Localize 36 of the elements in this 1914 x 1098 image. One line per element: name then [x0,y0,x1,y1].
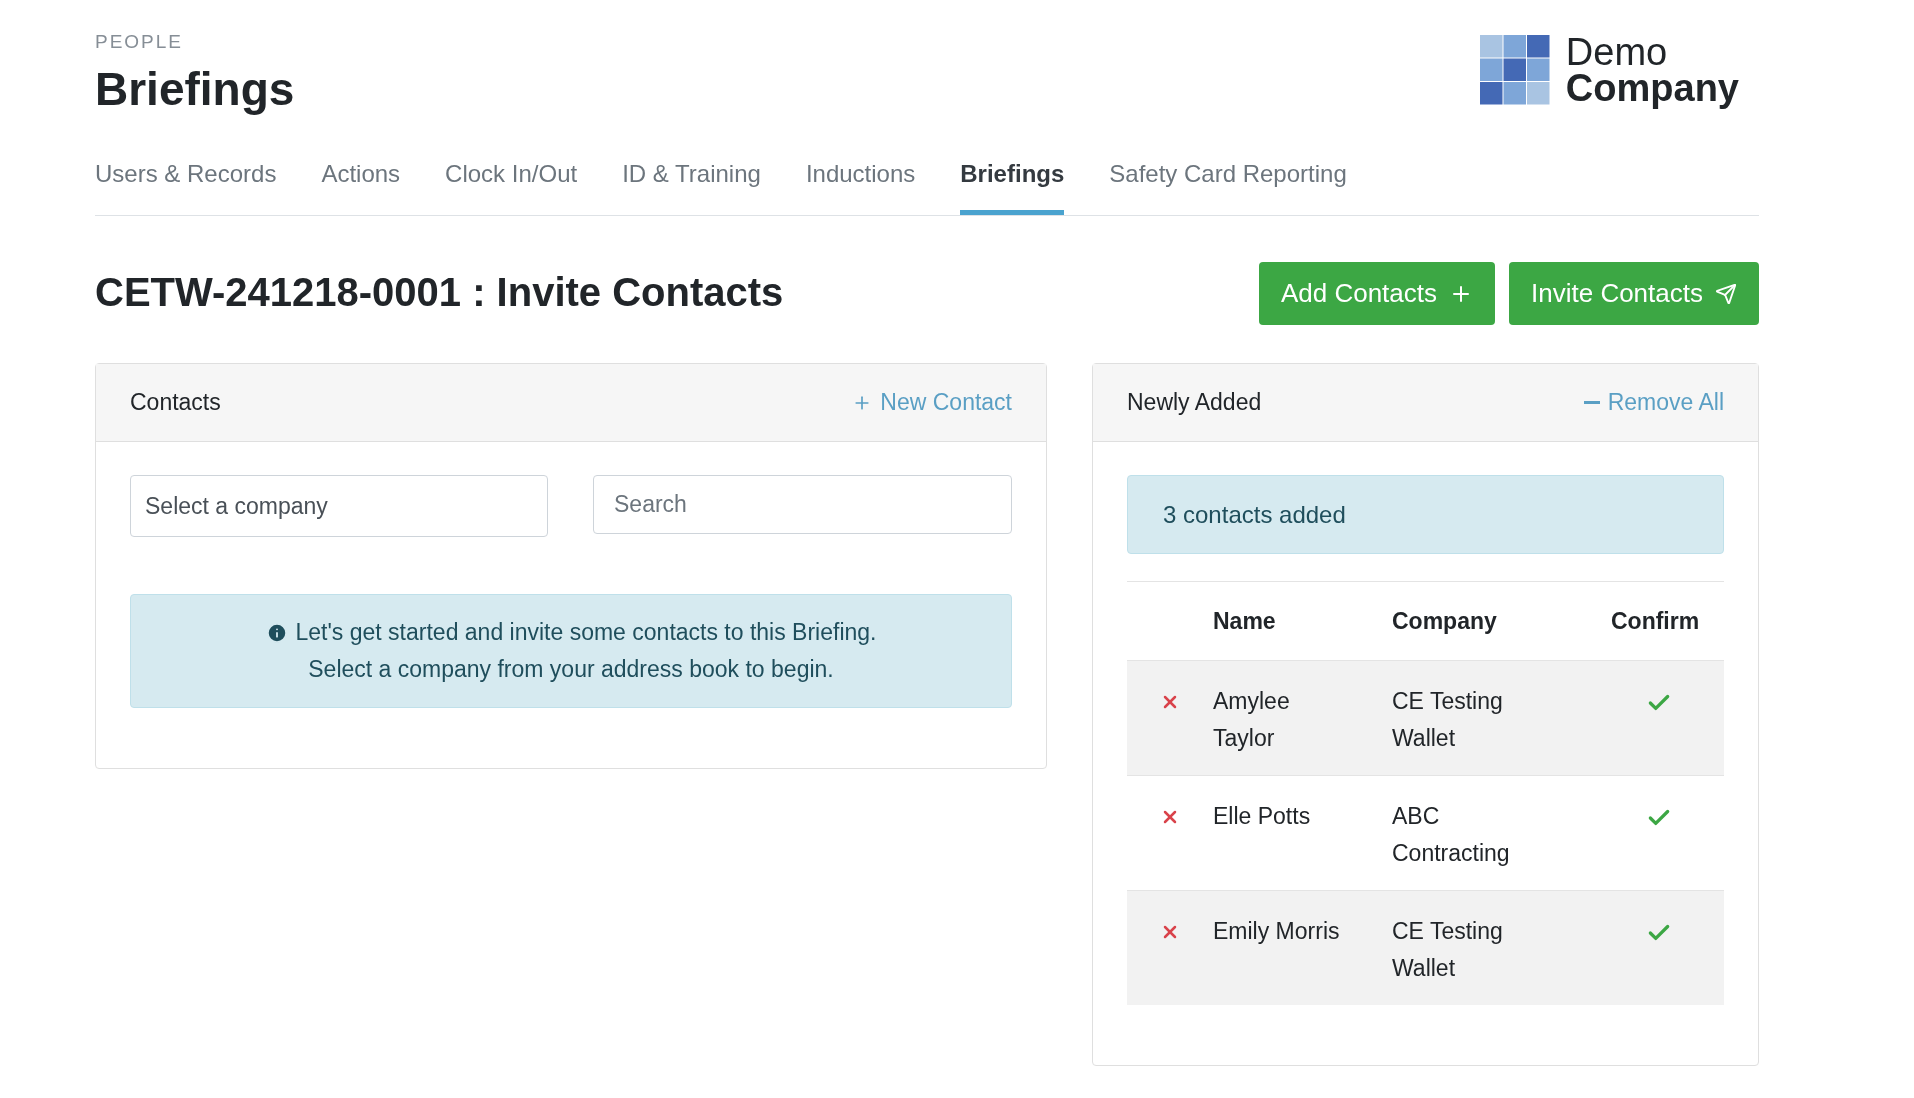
info-text: Let's get started and invite some contacts to this Briefing. [295,618,877,647]
nav-tab[interactable]: Users & Records [95,156,277,215]
logo-text: Demo [1565,34,1669,71]
table-cell-text: CE Testing Wallet [1392,917,1504,983]
nav-tab[interactable]: Clock In/Out [445,156,578,215]
page-heading: Briefings [95,61,295,117]
table-cell-text: ABC Contracting [1392,802,1511,868]
table-cell-text: Elle Potts [1213,802,1312,831]
column-header: Confirm [1611,606,1700,636]
add-button[interactable]: Add Contacts [1258,262,1495,325]
info-icon [265,621,288,644]
card-title: Newly Added [1127,388,1262,418]
section-label: PEOPLE [95,30,185,54]
section-title: CETW-241218-0001 : Invite Contacts [95,269,784,316]
table-cell-text: CE Testing Wallet [1392,687,1504,753]
table-cell-text: Emily Morris [1213,917,1341,946]
table-cell-text: Amylee Taylor [1213,687,1291,753]
new-contact-link[interactable]: New Contact [852,385,1012,420]
send-icon [1715,282,1737,305]
remove-all-link[interactable]: Remove All [1583,385,1724,420]
nav-tab[interactable]: ID & Training [622,156,761,215]
info-text: Select a company from your address book to begin. [308,655,834,684]
company-select[interactable]: Select a company [130,475,548,537]
card-title: Contacts [130,388,221,418]
nav-tab[interactable]: Actions [321,156,401,215]
nav-tab[interactable]: Inductions [805,156,916,215]
column-header: Name [1213,606,1277,636]
search-field[interactable]: Search [593,475,1012,534]
invite-button[interactable]: Invite Contacts [1509,262,1759,325]
nav-tab[interactable]: Briefings [960,156,1065,215]
logo-grid-icon [1479,35,1550,106]
minus-icon [1583,401,1600,404]
logo-text: Company [1565,70,1739,107]
column-header: Company [1392,606,1498,636]
success-notice: 3 contacts added [1127,475,1724,554]
nav-tab[interactable]: Safety Card Reporting [1109,156,1347,215]
